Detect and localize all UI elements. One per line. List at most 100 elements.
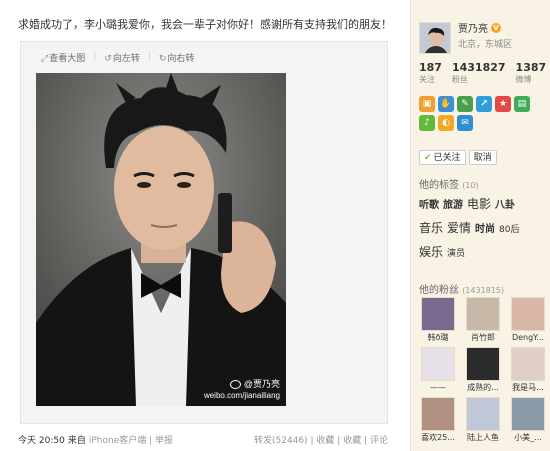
post-text: 求婚成功了，李小璐我爱你，我会一辈子对你好！感谢所有支持我们的朋友！	[18, 18, 392, 31]
repost-link[interactable]: 转发(52446)	[254, 436, 308, 446]
id-card-icon[interactable]: ▣	[419, 96, 435, 112]
main-feed: 求婚成功了，李小璐我爱你，我会一辈子对你好！感谢所有支持我们的朋友！ ⤢查看大图…	[0, 0, 410, 451]
followed-label: 已关注	[433, 153, 461, 163]
fan-avatar[interactable]	[466, 397, 500, 431]
tag-item[interactable]: 听歌	[419, 200, 439, 211]
followed-button[interactable]: ✔ 已关注	[419, 150, 466, 165]
check-icon: ✔	[424, 153, 432, 163]
view-large-label: 查看大图	[49, 54, 86, 64]
fan-grid: 韩ð璐 肖竹郎 DengY... —— 成熟的... 我是马... 喜欢25... 陆上人鱼小…	[419, 297, 547, 447]
fan-avatar[interactable]	[511, 297, 545, 331]
tag-item[interactable]: 旅游	[443, 200, 463, 211]
fan-avatar[interactable]	[466, 347, 500, 381]
fan-name[interactable]: 成熟的...	[464, 381, 502, 394]
fan-avatar[interactable]	[511, 397, 545, 431]
tag-item[interactable]: 时尚	[475, 224, 495, 235]
rotate-left-button[interactable]: ↺向左转	[104, 51, 140, 64]
app-icons: ▣ ✋ ✎ ↗ ★ ▤ ♪ ◐ ✉	[419, 96, 539, 131]
divider: |	[93, 51, 97, 61]
profile-name-text[interactable]: 贾乃亮	[458, 20, 488, 35]
fan-item[interactable]: 喜欢25...	[419, 397, 457, 447]
stat-number: 1431827	[451, 61, 506, 74]
game-icon[interactable]: ★	[495, 96, 511, 112]
fan-name[interactable]: 喜欢25...	[419, 431, 457, 444]
fan-name[interactable]: DengY...	[509, 331, 547, 344]
fan-name[interactable]: 小美_...	[509, 431, 547, 444]
fan-name[interactable]: 韩ð璐	[419, 331, 457, 344]
profile-location: 北京，东城区	[458, 40, 513, 50]
fan-name[interactable]: ——	[419, 381, 457, 394]
rotate-right-label: 向右转	[167, 54, 195, 64]
tag-item[interactable]: 电影	[467, 197, 491, 211]
view-large-button[interactable]: ⤢查看大图	[41, 51, 85, 64]
grow-icon[interactable]: ▤	[514, 96, 530, 112]
from-label: 来自	[67, 436, 86, 446]
fan-item[interactable]: 韩ð璐	[419, 297, 457, 347]
stat-label: 粉丝	[451, 75, 468, 84]
fan-avatar[interactable]	[421, 397, 455, 431]
collect-link[interactable]: 收藏	[316, 436, 334, 446]
share-icon[interactable]: ↗	[476, 96, 492, 112]
zoom-icon: ⤢	[41, 54, 49, 64]
fans-count: (1431815)	[462, 286, 505, 295]
comment-link[interactable]: 评论	[370, 436, 388, 446]
sound-icon[interactable]: ♪	[419, 115, 435, 131]
watermark-url: weibo.com/jianailiang	[203, 391, 280, 400]
stat-1[interactable]: 1431827 粉丝	[452, 61, 506, 85]
favorite-link[interactable]: 收藏	[343, 436, 361, 446]
profile-name: 贾乃亮 V	[458, 20, 501, 35]
fan-item[interactable]: 小美_...	[509, 397, 547, 447]
post-time[interactable]: 今天 20:50	[18, 436, 65, 446]
divider: |	[147, 51, 151, 61]
tag-item[interactable]: 音乐	[419, 221, 443, 235]
rotate-right-button[interactable]: ↻向右转	[159, 51, 195, 64]
tag-item[interactable]: 娱乐	[419, 245, 443, 259]
source-link[interactable]: iPhone客户端	[89, 436, 146, 446]
tags-count: (10)	[462, 181, 479, 190]
fan-item[interactable]: 我是马...	[509, 347, 547, 397]
tags-title-text: 他的标签	[419, 180, 459, 191]
fan-avatar[interactable]	[466, 297, 500, 331]
stat-2[interactable]: 1387 微博	[516, 61, 547, 85]
avatar[interactable]	[419, 22, 451, 54]
profile-stats: 187 关注 1431827 粉丝 1387 微博	[419, 61, 546, 85]
tv-icon[interactable]: ◐	[438, 115, 454, 131]
profile-sidebar: 贾乃亮 V 北京，东城区 187 关注 1431827 粉丝 1387 微博 ▣ ✋ ✎ ↗ ★ ▤…	[410, 0, 550, 451]
tag-item[interactable]: 八卦	[495, 200, 515, 211]
sticky-icon[interactable]: ✉	[457, 115, 473, 131]
fan-avatar[interactable]	[511, 347, 545, 381]
photo-illustration	[36, 73, 286, 406]
edit-icon[interactable]: ✎	[457, 96, 473, 112]
fan-item[interactable]: DengY...	[509, 297, 547, 347]
unfollow-button[interactable]: 取消	[468, 150, 497, 165]
tag-item[interactable]: 演员	[447, 249, 465, 259]
post-meta: 今天 20:50 来自 iPhone客户端 | 举报 转发(52446) | 收藏 …	[18, 436, 388, 446]
fan-name[interactable]: 肖竹郎	[464, 331, 502, 344]
rotate-left-label: 向左转	[112, 54, 140, 64]
fan-name[interactable]: 陆上人鱼	[464, 431, 502, 444]
photo-watermark: @贾乃亮 weibo.com/jianailiang	[204, 379, 280, 401]
verified-icon: V	[491, 22, 501, 33]
fans-title: 他的粉丝 (1431815)	[419, 281, 504, 296]
rotate-right-icon: ↻	[158, 54, 167, 64]
weibo-logo-icon	[229, 380, 241, 389]
follow-row: ✔ 已关注 取消	[419, 150, 497, 165]
tag-item[interactable]: 爱情	[447, 221, 471, 235]
media-card: ⤢查看大图 | ↺向左转 | ↻向右转 @贾乃亮 weibo.com/jiana…	[20, 41, 388, 424]
post-photo[interactable]: @贾乃亮 weibo.com/jianailiang	[36, 73, 286, 406]
tag-item[interactable]: 80后	[499, 225, 519, 235]
tag-list: 听歌 旅游 电影 八卦音乐 爱情 时尚 80后娱乐 演员	[419, 193, 544, 265]
fans-title-text[interactable]: 他的粉丝	[419, 285, 459, 296]
hand-icon[interactable]: ✋	[438, 96, 454, 112]
fan-avatar[interactable]	[421, 347, 455, 381]
fan-avatar[interactable]	[421, 297, 455, 331]
fan-item[interactable]: 肖竹郎	[464, 297, 502, 347]
report-link[interactable]: 举报	[155, 436, 173, 446]
stat-0[interactable]: 187 关注	[419, 61, 442, 85]
fan-name[interactable]: 我是马...	[509, 381, 547, 394]
tags-title: 他的标签 (10)	[419, 176, 479, 191]
fan-item[interactable]: ——	[419, 347, 457, 397]
fan-item[interactable]: 成熟的...	[464, 347, 502, 397]
stat-label: 关注	[419, 75, 435, 84]
fan-item[interactable]: 陆上人鱼	[464, 397, 502, 447]
